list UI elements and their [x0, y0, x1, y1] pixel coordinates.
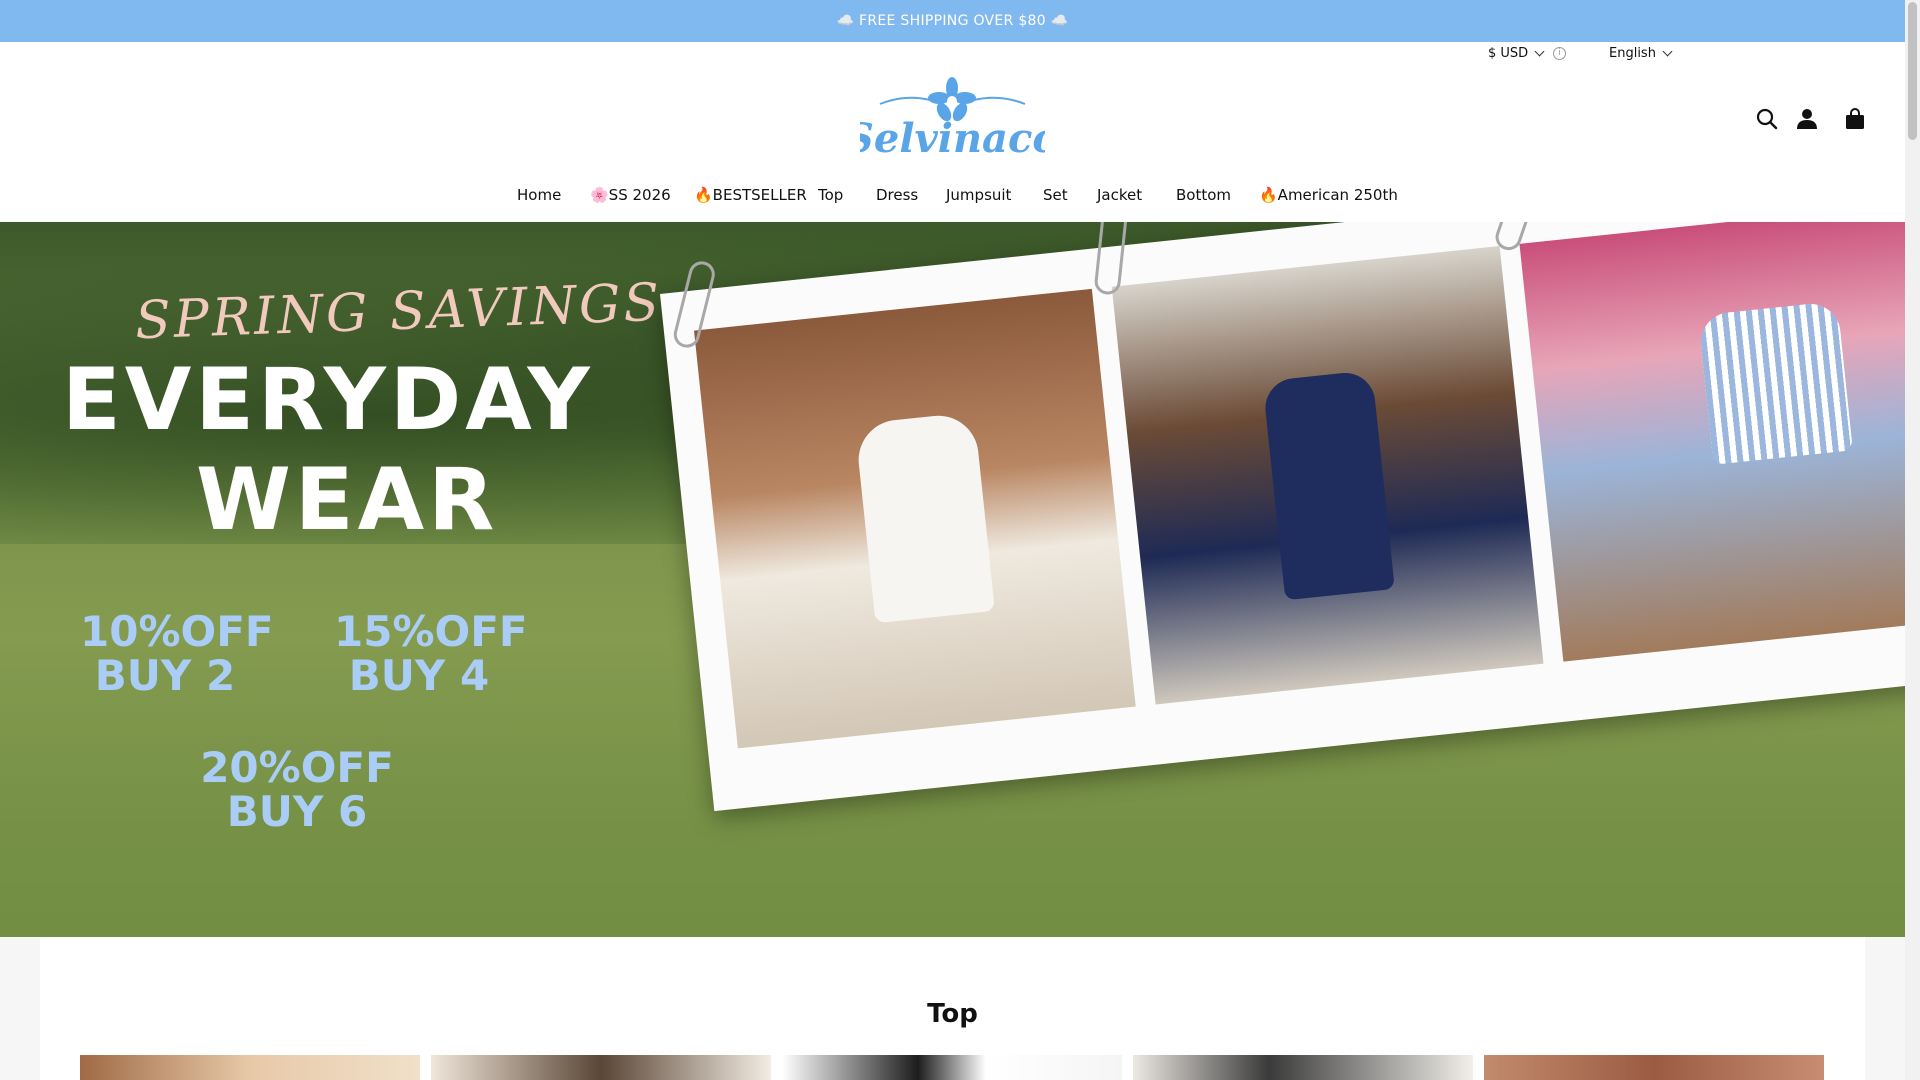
hero-banner[interactable]: SPRING SAVINGS EVERYDAY WEAR 10%OFF BUY …: [0, 222, 1905, 937]
offer-10-off: 10%OFF BUY 2: [80, 607, 274, 701]
nav-item-bestseller[interactable]: 🔥BESTSELLER: [694, 186, 807, 204]
page-scrollbar[interactable]: [1905, 0, 1920, 1080]
hero-headline-line1: EVERYDAY: [62, 350, 594, 450]
offer-percent: 15%OFF: [334, 607, 528, 656]
nav-item-bottom[interactable]: Bottom: [1176, 186, 1231, 204]
product-card[interactable]: [1133, 1055, 1473, 1080]
announcement-bar: ☁️ FREE SHIPPING OVER $80 ☁️: [0, 0, 1905, 42]
logo-flower-icon: Selvinaco: [845, 77, 1059, 162]
search-icon[interactable]: [1754, 106, 1780, 132]
product-card[interactable]: [782, 1055, 1122, 1080]
info-icon[interactable]: i: [1553, 46, 1567, 60]
hero-photo-white-dress: [694, 288, 1136, 749]
offer-15-off: 15%OFF BUY 4: [334, 607, 528, 701]
cart-icon[interactable]: [1842, 106, 1868, 132]
offer-percent: 20%OFF: [200, 743, 394, 792]
nav-item-dress[interactable]: Dress: [876, 186, 918, 204]
currency-selector[interactable]: $ USD i: [1488, 42, 1567, 64]
offer-buy: BUY 4: [348, 651, 490, 701]
section-title: Top: [927, 999, 978, 1029]
announcement-text: ☁️ FREE SHIPPING OVER $80 ☁️: [836, 13, 1069, 29]
chevron-down-icon: [1534, 46, 1545, 56]
nav-item-home[interactable]: Home: [517, 186, 561, 204]
account-icon[interactable]: [1794, 106, 1820, 132]
offer-buy: BUY 2: [94, 651, 236, 701]
hero-headline-line2: WEAR: [196, 450, 499, 550]
logo-wordmark: Selvinaco: [860, 115, 1045, 162]
chevron-down-icon: [1662, 46, 1673, 56]
top-section: Top: [40, 937, 1865, 1080]
offer-20-off: 20%OFF BUY 6: [192, 743, 402, 837]
nav-item-jacket[interactable]: Jacket: [1097, 186, 1142, 204]
offer-percent: 10%OFF: [80, 607, 274, 656]
nav-item-american-250th[interactable]: 🔥American 250th: [1259, 186, 1398, 204]
hero-photo-striped-top: [1519, 222, 1905, 662]
product-card[interactable]: [80, 1055, 420, 1080]
nav-item-top[interactable]: Top: [818, 186, 843, 204]
nav-item-jumpsuit[interactable]: Jumpsuit: [946, 186, 1011, 204]
currency-label: $ USD: [1488, 45, 1529, 61]
scrollbar-thumb[interactable]: [1908, 2, 1917, 140]
product-card[interactable]: [431, 1055, 771, 1080]
product-card[interactable]: [1484, 1055, 1824, 1080]
language-selector[interactable]: English: [1609, 42, 1673, 64]
offer-buy: BUY 6: [226, 787, 368, 837]
main-nav: Home 🌸SS 2026 🔥BESTSELLER Top Dress Jump…: [0, 186, 1905, 210]
nav-item-set[interactable]: Set: [1043, 186, 1068, 204]
store-logo[interactable]: Selvinaco: [845, 76, 1059, 162]
nav-item-ss-2026[interactable]: 🌸SS 2026: [590, 186, 671, 204]
hero-photo-floral-dress: [1111, 245, 1544, 705]
language-label: English: [1609, 45, 1656, 61]
